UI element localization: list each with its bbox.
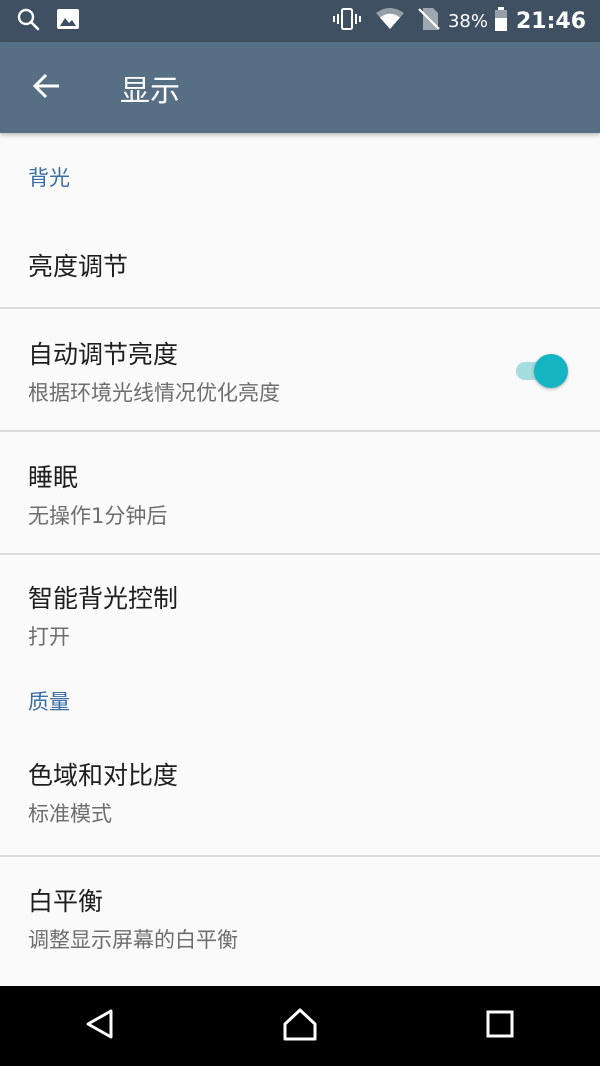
arrow-back-icon	[32, 71, 62, 105]
smart-backlight-setting[interactable]: 智能背光控制 打开	[0, 555, 600, 675]
brightness-setting[interactable]: 亮度调节	[0, 221, 600, 309]
battery-icon	[494, 7, 508, 35]
smart-backlight-title: 智能背光控制	[28, 584, 179, 613]
navigation-bar	[0, 986, 600, 1066]
sleep-title: 睡眠	[28, 462, 79, 492]
sleep-setting[interactable]: 睡眠 无操作1分钟后	[0, 432, 600, 555]
toggle-thumb	[534, 353, 568, 388]
status-bar-left	[16, 7, 96, 35]
vibrate-icon	[332, 7, 362, 35]
page-title: 显示	[120, 73, 180, 109]
sleep-subtitle: 无操作1分钟后	[28, 503, 168, 528]
white-balance-title: 白平衡	[28, 887, 104, 916]
gamut-contrast-subtitle: 标准模式	[28, 802, 112, 826]
gamut-contrast-setting[interactable]: 色域和对比度 标准模式	[0, 727, 600, 857]
settings-list: 背光 亮度调节 自动调节亮度 根据环境光线情况优化亮度 睡眠 无操作1分钟后 智…	[0, 133, 600, 986]
status-bar-right: 38% 21:46	[318, 7, 586, 35]
auto-brightness-title: 自动调节亮度	[28, 339, 179, 369]
status-clock: 21:46	[515, 8, 586, 34]
back-triangle-icon	[83, 1007, 117, 1045]
nav-back-button[interactable]	[60, 986, 140, 1066]
brightness-title: 亮度调节	[28, 252, 129, 281]
auto-brightness-setting[interactable]: 自动调节亮度 根据环境光线情况优化亮度	[0, 309, 600, 432]
home-icon	[282, 1006, 318, 1046]
white-balance-subtitle: 调整显示屏幕的白平衡	[28, 928, 238, 952]
smart-backlight-subtitle: 打开	[28, 625, 70, 649]
app-bar: 显示	[0, 42, 600, 133]
back-button[interactable]	[0, 42, 94, 133]
section-header-quality: 质量	[28, 690, 70, 714]
white-balance-setting[interactable]: 白平衡 调整显示屏幕的白平衡	[0, 857, 600, 979]
nav-home-button[interactable]	[260, 986, 340, 1066]
wifi-icon	[375, 8, 404, 34]
no-sim-icon	[418, 7, 440, 35]
section-header-backlight: 背光	[28, 166, 70, 190]
status-bar: 38% 21:46	[0, 0, 600, 42]
battery-percent: 38%	[447, 10, 488, 32]
recents-icon	[485, 1009, 515, 1043]
auto-brightness-toggle[interactable]	[516, 353, 568, 388]
search-icon	[16, 7, 40, 35]
nav-recents-button[interactable]	[460, 986, 540, 1066]
image-icon	[56, 7, 80, 35]
auto-brightness-subtitle: 根据环境光线情况优化亮度	[28, 380, 280, 405]
gamut-contrast-title: 色域和对比度	[28, 761, 179, 790]
